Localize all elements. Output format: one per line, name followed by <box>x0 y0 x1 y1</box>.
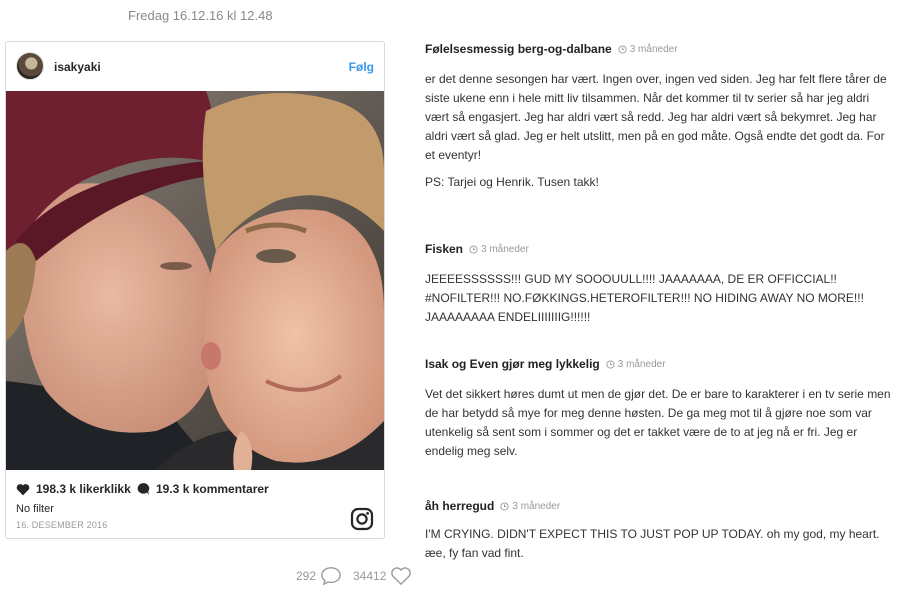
instagram-logo-icon[interactable] <box>350 507 374 531</box>
comment-author: åh herregud <box>425 499 495 513</box>
comment-time-text: 3 måneder <box>512 500 561 512</box>
likes-count: 198.3 k likerklikk <box>36 482 131 496</box>
instagram-embed: isakyaki Følg 198.3 k likerklikk 19.3 k … <box>5 41 385 539</box>
likes-stat[interactable]: 198.3 k likerklikk <box>16 482 131 496</box>
username-link[interactable]: isakyaki <box>54 60 101 74</box>
comment-paragraph: JEEEESSSSSS!!! GUD MY SOOOUULL!!!! JAAAA… <box>425 272 864 324</box>
speech-bubble-icon <box>321 567 341 586</box>
comment: Følelsesmessig berg-og-dalbane 3 måneder… <box>425 42 895 200</box>
comment-paragraph: æe, fy fan vad fint. <box>425 546 524 560</box>
comment: Isak og Even gjør meg lykkelig 3 måneder… <box>425 357 895 469</box>
comment-body: JEEEESSSSSS!!! GUD MY SOOOUULL!!!! JAAAA… <box>425 270 895 327</box>
comment-author: Isak og Even gjør meg lykkelig <box>425 357 600 371</box>
comment-time: 3 måneder <box>469 244 529 255</box>
filter-label: No filter <box>16 503 54 515</box>
comment-time-text: 3 måneder <box>617 358 666 370</box>
comment-body: Vet det sikkert høres dumt ut men de gjø… <box>425 385 895 461</box>
comment-body: I'M CRYING. DIDN'T EXPECT THIS TO JUST P… <box>425 525 895 563</box>
follow-button[interactable]: Følg <box>349 60 374 74</box>
clock-icon <box>618 44 627 54</box>
comment-time-text: 3 måneder <box>481 243 529 255</box>
comments-count: 19.3 k kommentarer <box>156 482 269 496</box>
comment-body: er det denne sesongen har vært. Ingen ov… <box>425 70 895 192</box>
post-photo[interactable] <box>6 91 384 470</box>
post-date: 16. DESEMBER 2016 <box>16 520 108 530</box>
page-like-count-value: 34412 <box>353 569 387 583</box>
comment-time: 3 måneder <box>618 44 678 55</box>
comments-stat[interactable]: 19.3 k kommentarer <box>136 482 269 496</box>
comment-paragraph: er det denne sesongen har vært. Ingen ov… <box>425 72 887 162</box>
heart-outline-icon <box>391 567 412 586</box>
clock-icon <box>606 359 615 369</box>
clock-icon <box>469 244 478 254</box>
embed-footer: 198.3 k likerklikk 19.3 k kommentarer No… <box>6 470 384 540</box>
comment-paragraph: PS: Tarjei og Henrik. Tusen takk! <box>425 175 599 189</box>
comment-paragraph: Vet det sikkert høres dumt ut men de gjø… <box>425 387 891 458</box>
comment-time: 3 måneder <box>606 359 666 370</box>
clock-icon <box>500 501 509 511</box>
comment-paragraph: I'M CRYING. DIDN'T EXPECT THIS TO JUST P… <box>425 527 880 541</box>
comment-author: Følelsesmessig berg-og-dalbane <box>425 42 612 56</box>
page-like-count[interactable]: 34412 <box>353 566 412 586</box>
post-date-header: Fredag 16.12.16 kl 12.48 <box>128 8 273 23</box>
speech-bubble-icon <box>137 483 150 495</box>
page-comment-count[interactable]: 292 <box>296 566 342 586</box>
comment-time: 3 måneder <box>500 501 560 512</box>
comment: Fisken 3 måneder JEEEESSSSSS!!! GUD MY S… <box>425 242 895 335</box>
comment-time-text: 3 måneder <box>629 43 678 55</box>
comment: åh herregud 3 måneder I'M CRYING. DIDN'T… <box>425 499 895 563</box>
heart-icon <box>16 483 30 495</box>
embed-header: isakyaki Følg <box>6 42 384 92</box>
page-comment-count-value: 292 <box>296 569 317 583</box>
comment-author: Fisken <box>425 242 464 256</box>
avatar[interactable] <box>16 52 44 80</box>
